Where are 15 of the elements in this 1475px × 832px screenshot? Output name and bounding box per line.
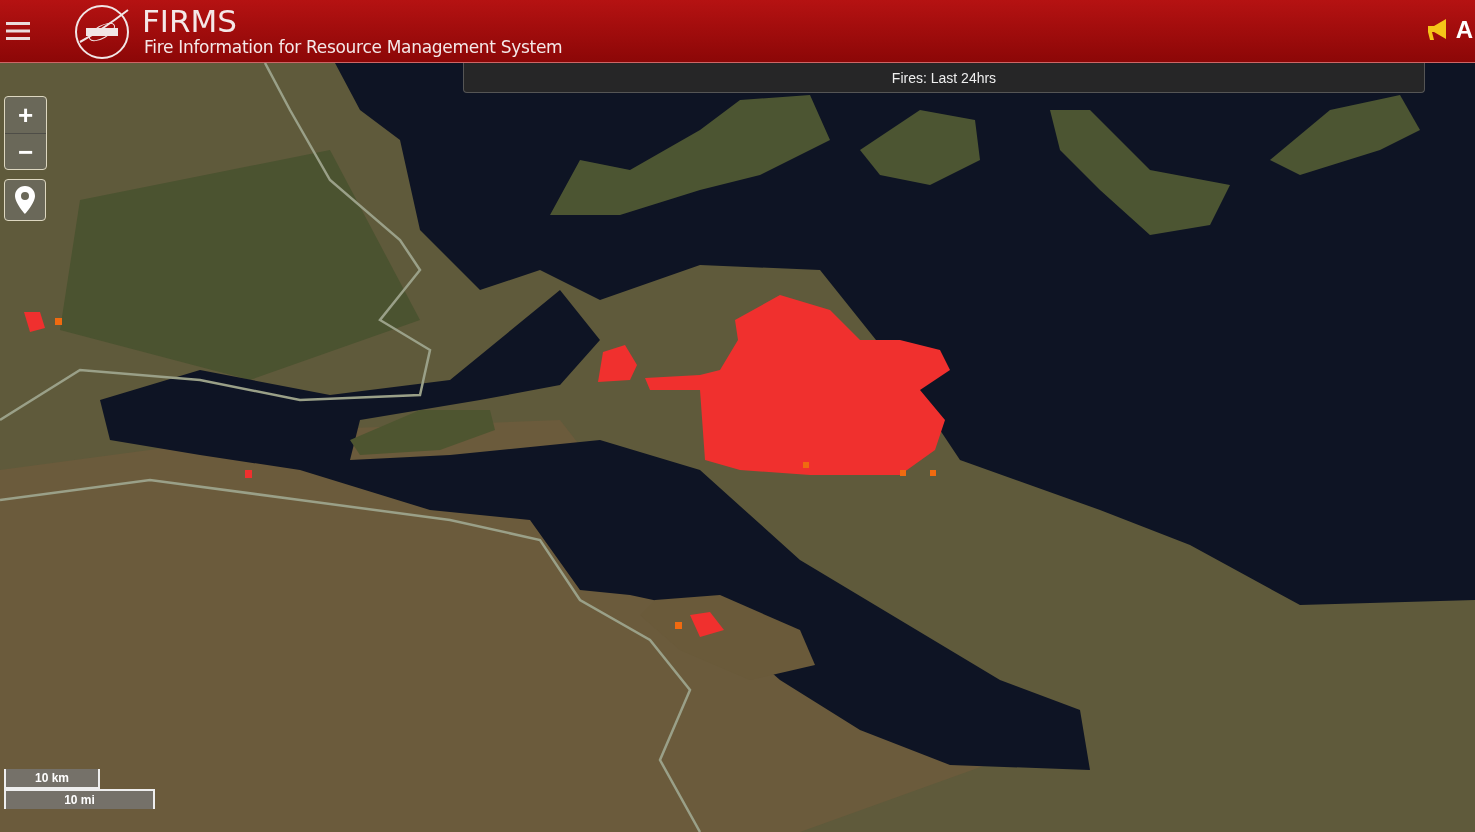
- app-subtitle: Fire Information for Resource Management System: [144, 36, 563, 58]
- location-button[interactable]: [4, 179, 46, 221]
- menu-icon[interactable]: [6, 21, 30, 41]
- app-title: FIRMS: [142, 6, 238, 36]
- fire-detection-point: [245, 470, 252, 478]
- layer-banner: Fires: Last 24hrs: [463, 63, 1425, 93]
- header-link[interactable]: A: [1455, 16, 1473, 44]
- zoom-out-button[interactable]: −: [5, 133, 46, 169]
- fire-detection-cluster: [24, 312, 62, 332]
- fire-detection-cluster: [675, 612, 724, 637]
- zoom-in-button[interactable]: +: [5, 97, 46, 133]
- map-pin-icon: [15, 186, 35, 214]
- scale-bar-km: 10 km: [4, 769, 100, 789]
- fire-detection-cluster: [598, 345, 637, 382]
- scale-bar-mi: 10 mi: [4, 789, 155, 809]
